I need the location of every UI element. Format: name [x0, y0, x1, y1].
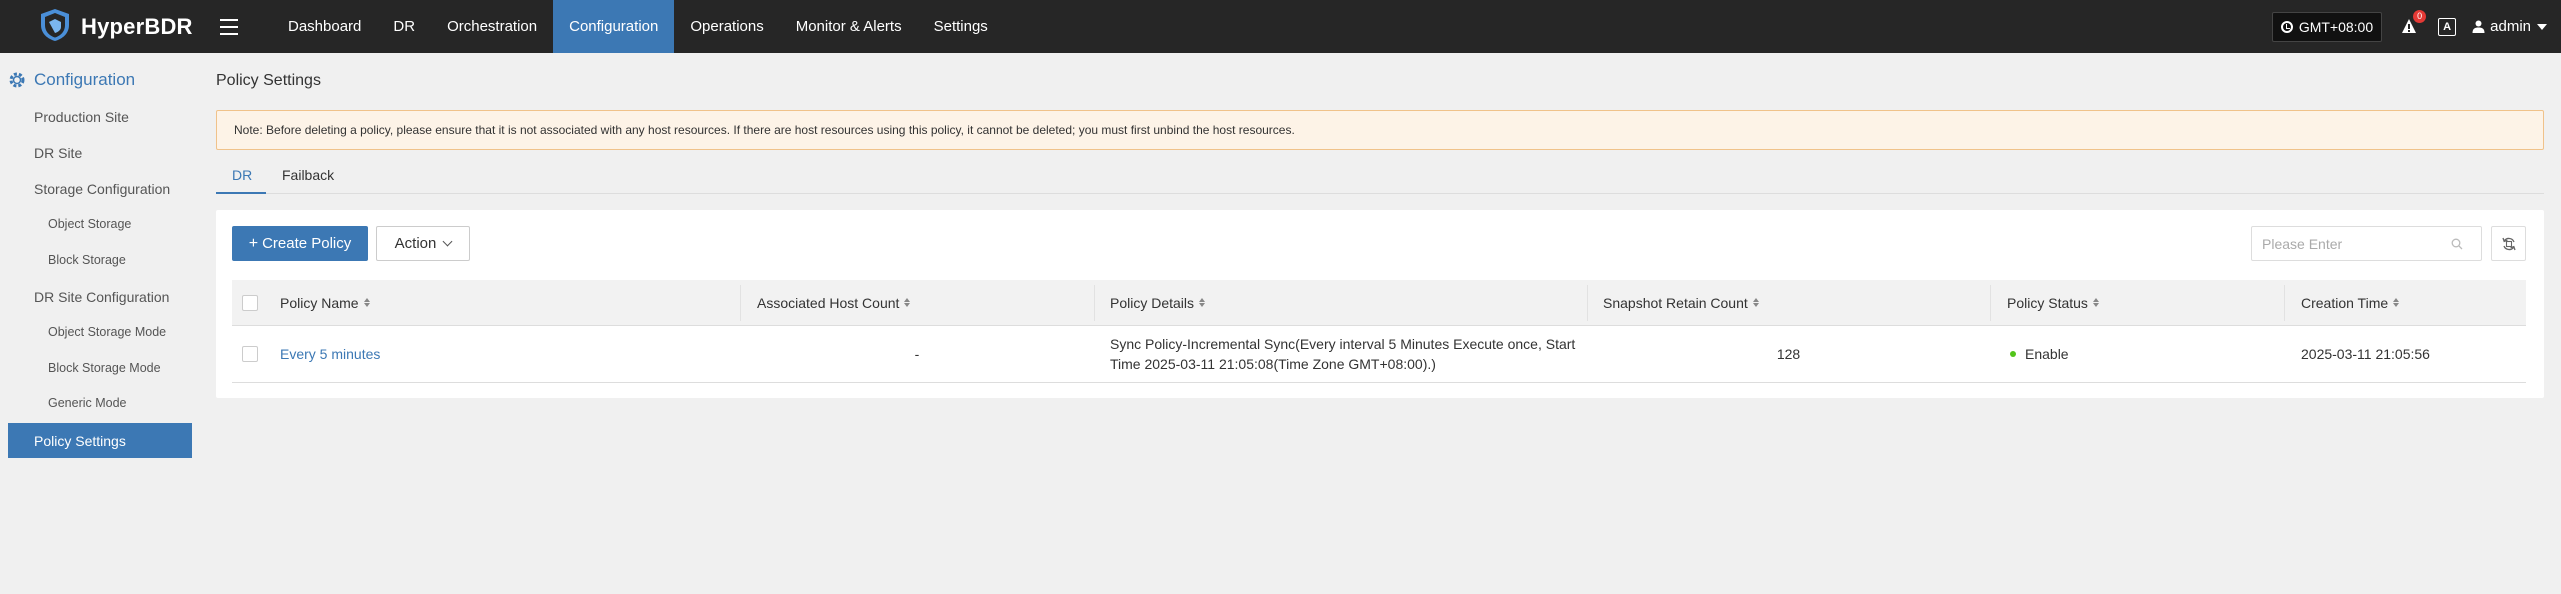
- nav-operations[interactable]: Operations: [674, 0, 779, 53]
- user-icon: [2472, 20, 2485, 33]
- column-header-policy-status[interactable]: Policy Status: [2007, 280, 2099, 325]
- column-header-creation-time[interactable]: Creation Time: [2301, 280, 2400, 325]
- sidebar-item-dr-site[interactable]: DR Site: [34, 145, 82, 161]
- timezone-button[interactable]: GMT+08:00: [2271, 11, 2383, 42]
- column-divider: [740, 285, 741, 321]
- nav-settings[interactable]: Settings: [918, 0, 1004, 53]
- main-nav: Dashboard DR Orchestration Configuration…: [272, 0, 1004, 53]
- nav-orchestration[interactable]: Orchestration: [431, 0, 553, 53]
- policy-status-cell: Enable: [2010, 326, 2069, 382]
- column-divider: [2284, 285, 2285, 321]
- column-header-policy-name[interactable]: Policy Name: [280, 280, 370, 325]
- sort-icon: [1199, 298, 1206, 307]
- search-input[interactable]: [2252, 235, 2447, 252]
- chevron-down-icon: [442, 236, 453, 247]
- timezone-label: GMT+08:00: [2298, 18, 2374, 35]
- refresh-button[interactable]: [2491, 226, 2526, 261]
- select-all-checkbox[interactable]: [242, 294, 258, 311]
- logo-shield-icon: [37, 7, 73, 46]
- column-header-associated-host-count[interactable]: Associated Host Count: [757, 280, 911, 325]
- sort-icon: [904, 298, 911, 307]
- column-header-policy-details[interactable]: Policy Details: [1110, 280, 1206, 325]
- clock-icon: [2280, 20, 2293, 33]
- sort-icon: [363, 298, 370, 307]
- hamburger-icon[interactable]: [220, 18, 238, 35]
- tab-dr[interactable]: DR: [216, 167, 267, 194]
- gear-icon: [9, 72, 25, 88]
- snapshot-retain-cell: 128: [1776, 346, 1801, 362]
- top-bar: HyperBDR Dashboard DR Orchestration Conf…: [0, 0, 2561, 53]
- language-icon[interactable]: A: [2438, 17, 2457, 36]
- action-dropdown[interactable]: Action: [376, 226, 470, 261]
- sidebar-item-generic-mode[interactable]: Generic Mode: [48, 396, 127, 410]
- column-divider: [1094, 285, 1095, 321]
- tab-bar: DR Failback: [216, 165, 2544, 194]
- user-name: admin: [2490, 18, 2531, 35]
- sidebar-item-object-storage-mode[interactable]: Object Storage Mode: [48, 325, 166, 339]
- sidebar: Configuration Production Site DR Site St…: [0, 53, 200, 594]
- sort-icon: [2092, 298, 2099, 307]
- host-count-cell: -: [914, 346, 920, 362]
- column-divider: [1587, 285, 1588, 321]
- nav-configuration[interactable]: Configuration: [553, 0, 675, 53]
- sidebar-item-object-storage[interactable]: Object Storage: [48, 217, 131, 231]
- caret-down-icon: [2537, 23, 2547, 30]
- action-label: Action: [394, 235, 437, 252]
- sidebar-header[interactable]: Configuration: [8, 70, 135, 90]
- brand-name: HyperBDR: [81, 13, 193, 39]
- policy-panel: + Create Policy Action Policy Name Assoc…: [216, 210, 2544, 398]
- nav-monitor-alerts[interactable]: Monitor & Alerts: [780, 0, 918, 53]
- sidebar-title: Configuration: [34, 70, 136, 89]
- sidebar-item-policy-settings[interactable]: Policy Settings: [8, 423, 192, 458]
- sidebar-item-dr-site-configuration[interactable]: DR Site Configuration: [34, 289, 169, 305]
- create-policy-button[interactable]: + Create Policy: [232, 226, 368, 261]
- sort-icon: [2393, 298, 2400, 307]
- creation-time-cell: 2025-03-11 21:05:56: [2301, 346, 2430, 362]
- table-header: Policy Name Associated Host Count Policy…: [232, 280, 2526, 326]
- search-icon[interactable]: [2451, 238, 2463, 250]
- top-right-tools: GMT+08:00 0 A admin: [2271, 0, 2561, 53]
- policy-name-link[interactable]: Every 5 minutes: [280, 346, 380, 362]
- status-label: Enable: [2025, 346, 2069, 362]
- tab-failback[interactable]: Failback: [282, 167, 334, 194]
- user-menu[interactable]: admin: [2472, 18, 2547, 35]
- search-box: [2251, 226, 2482, 261]
- brand-logo[interactable]: HyperBDR: [0, 0, 210, 53]
- policy-details-cell: Sync Policy-Incremental Sync(Every inter…: [1110, 336, 1576, 372]
- notice-banner: Note: Before deleting a policy, please e…: [216, 110, 2544, 150]
- page-title: Policy Settings: [216, 72, 321, 89]
- refresh-icon: [2501, 237, 2516, 250]
- sidebar-item-production-site[interactable]: Production Site: [34, 109, 129, 125]
- alerts-button[interactable]: 0: [2398, 9, 2427, 38]
- sort-icon: [1752, 298, 1759, 307]
- column-header-snapshot-retain-count[interactable]: Snapshot Retain Count: [1603, 280, 1759, 325]
- sidebar-item-block-storage[interactable]: Block Storage: [48, 253, 126, 267]
- nav-dr[interactable]: DR: [377, 0, 431, 53]
- sidebar-item-storage-configuration[interactable]: Storage Configuration: [34, 181, 170, 197]
- create-policy-label: Create Policy: [262, 235, 352, 252]
- notice-text: Note: Before deleting a policy, please e…: [234, 123, 1295, 137]
- alert-count-badge: 0: [2413, 9, 2427, 23]
- column-divider: [1990, 285, 1991, 321]
- table-row: Every 5 minutes - Sync Policy-Incrementa…: [232, 326, 2526, 383]
- sidebar-item-block-storage-mode[interactable]: Block Storage Mode: [48, 361, 161, 375]
- nav-dashboard[interactable]: Dashboard: [272, 0, 377, 53]
- row-checkbox[interactable]: [242, 346, 258, 362]
- plus-icon: +: [248, 234, 259, 252]
- status-dot-icon: [2010, 351, 2016, 357]
